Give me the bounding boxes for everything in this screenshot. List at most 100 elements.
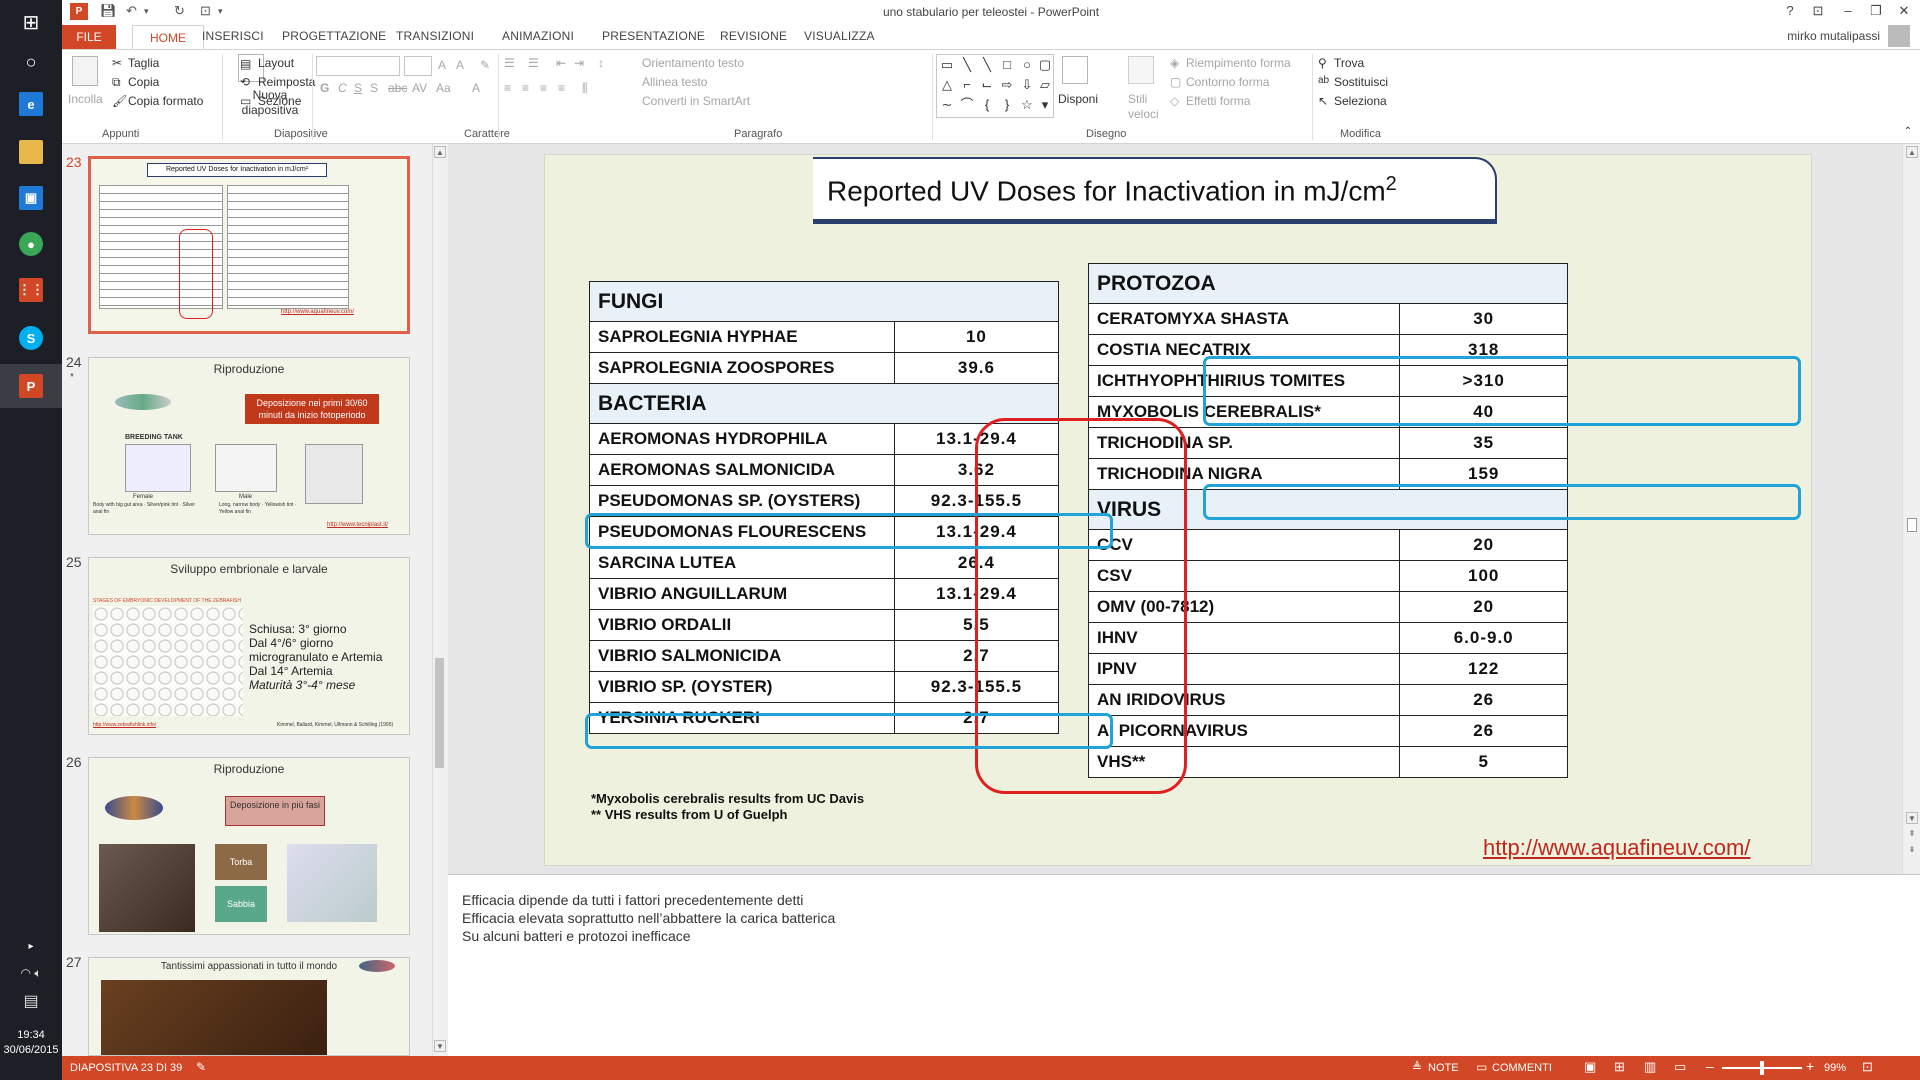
scroll-down-icon[interactable]: ▼ xyxy=(1906,812,1918,824)
shape-effects-icon[interactable]: ◇ xyxy=(1170,94,1179,108)
change-case-button[interactable]: Aa xyxy=(436,81,451,95)
cut-button[interactable]: Taglia xyxy=(128,56,159,70)
zoom-slider-thumb[interactable] xyxy=(1760,1061,1764,1075)
shadow-button[interactable]: S xyxy=(370,81,378,95)
select-button[interactable]: Seleziona xyxy=(1334,94,1387,108)
slide-thumbnail-panel[interactable]: 23 Reported UV Doses for Inactivation in… xyxy=(62,144,448,1056)
zoom-in-icon[interactable]: + xyxy=(1806,1058,1814,1074)
callout-shape-icon[interactable]: ▱ xyxy=(1037,77,1053,93)
align-right-icon[interactable]: ≡ xyxy=(540,81,547,95)
tab-inserisci[interactable]: INSERISCI xyxy=(202,29,264,43)
previous-slide-icon[interactable]: ⇞ xyxy=(1906,828,1918,840)
chrome-icon[interactable]: ● xyxy=(0,222,62,266)
format-painter-button[interactable]: Copia formato xyxy=(128,94,203,108)
format-painter-icon[interactable]: 🖌︎ xyxy=(112,94,127,108)
align-text-button[interactable]: Allinea testo xyxy=(642,75,707,89)
underline-button[interactable]: S xyxy=(354,81,362,95)
wifi-icon[interactable]: ◠ xyxy=(20,966,30,980)
arrange-icon[interactable] xyxy=(1062,56,1088,84)
arrange-button[interactable]: Disponi xyxy=(1058,92,1098,106)
triangle-shape-icon[interactable]: △ xyxy=(939,77,955,93)
copy-button[interactable]: Copia xyxy=(128,75,159,89)
convert-smartart-button[interactable]: Converti in SmartArt xyxy=(642,94,750,108)
taskbar-clock[interactable]: 19:34 30/06/2015 xyxy=(0,1028,62,1058)
rounded-rect-shape-icon[interactable]: ▢ xyxy=(1037,57,1053,73)
close-icon[interactable]: ✕ xyxy=(1894,3,1914,19)
rectangle-shape-icon[interactable]: □ xyxy=(999,57,1015,73)
minimize-icon[interactable]: – xyxy=(1838,3,1858,18)
slide-thumbnail-25[interactable]: Sviluppo embrionale e larvale STAGES OF … xyxy=(88,557,410,735)
tab-revisione[interactable]: REVISIONE xyxy=(720,29,787,43)
reading-view-icon[interactable]: ▥ xyxy=(1644,1059,1656,1075)
spellcheck-icon[interactable]: ✎ xyxy=(196,1060,206,1074)
cut-icon[interactable]: ✂ xyxy=(112,56,122,70)
skype-icon[interactable]: S xyxy=(0,316,62,360)
select-icon[interactable]: ↖ xyxy=(1318,94,1328,108)
brace-shape-icon[interactable]: { xyxy=(979,97,995,113)
clear-format-icon[interactable]: ✎ xyxy=(480,58,490,72)
char-spacing-icon[interactable]: AV xyxy=(412,81,427,95)
bullets-icon[interactable]: ☰ xyxy=(504,56,515,70)
next-slide-icon[interactable]: ⇟ xyxy=(1906,844,1918,856)
slideshow-view-icon[interactable]: ▭ xyxy=(1674,1059,1686,1075)
tab-presentazione[interactable]: PRESENTAZIONE xyxy=(602,29,705,43)
avatar[interactable] xyxy=(1888,25,1910,47)
indent-icon[interactable]: ⇥ xyxy=(574,56,584,70)
replace-icon[interactable]: ab xyxy=(1318,75,1329,86)
system-tray[interactable]: ◠ 🔈︎ ▤ xyxy=(0,966,62,1011)
numbering-icon[interactable]: ☰ xyxy=(528,56,539,70)
scroll-down-icon[interactable]: ▼ xyxy=(434,1040,446,1052)
store-icon[interactable]: ▣ xyxy=(0,176,62,220)
tab-animazioni[interactable]: ANIMAZIONI xyxy=(502,29,574,43)
slide-scrollbar[interactable]: ▲ ▼ ⇞ ⇟ xyxy=(1902,144,1920,874)
slide-thumbnail-26[interactable]: Riproduzione Deposizione in più fasi Tor… xyxy=(88,757,410,935)
help-icon[interactable]: ? xyxy=(1780,3,1800,18)
corner-shape-icon[interactable]: ⌙ xyxy=(979,77,995,93)
thumbnail-scrollbar[interactable]: ▲ ▼ xyxy=(432,144,446,1056)
shape-fill-button[interactable]: Riempimento forma xyxy=(1186,56,1291,70)
align-left-icon[interactable]: ≡ xyxy=(504,81,511,95)
shape-fill-icon[interactable]: ◈ xyxy=(1170,56,1179,70)
copy-icon[interactable]: ⧉ xyxy=(112,75,121,90)
windows-start-icon[interactable]: ⊞ xyxy=(0,0,62,44)
section-icon[interactable]: ▭ xyxy=(240,94,251,108)
ie-icon[interactable]: e xyxy=(0,82,62,126)
comments-icon[interactable]: ▭ xyxy=(1476,1060,1487,1074)
cortana-icon[interactable]: ○ xyxy=(0,40,62,84)
shape-outline-button[interactable]: Contorno forma xyxy=(1186,75,1269,89)
quick-styles-icon[interactable] xyxy=(1128,56,1154,84)
align-center-icon[interactable]: ≡ xyxy=(522,81,529,95)
curve-shape-icon[interactable]: ∼ xyxy=(939,97,955,113)
tab-transizioni[interactable]: TRANSIZIONI xyxy=(396,29,474,43)
scroll-up-icon[interactable]: ▲ xyxy=(1906,146,1918,158)
oval-shape-icon[interactable]: ○ xyxy=(1019,57,1035,73)
zoom-out-icon[interactable]: – xyxy=(1706,1058,1714,1074)
section-button[interactable]: Sezione xyxy=(258,94,301,108)
reset-button[interactable]: Reimposta xyxy=(258,75,315,89)
notes-button[interactable]: NOTE xyxy=(1428,1062,1459,1074)
apps-icon[interactable]: ⋮⋮ xyxy=(0,268,62,312)
shape-effects-button[interactable]: Effetti forma xyxy=(1186,94,1250,108)
font-grow-icon[interactable]: A xyxy=(438,58,446,72)
notes-icon[interactable]: ≜ xyxy=(1412,1060,1422,1074)
slide-thumbnail-24[interactable]: Riproduzione Deposizione nei primi 30/60… xyxy=(88,357,410,535)
layout-icon[interactable]: ▤ xyxy=(240,57,251,71)
shapes-gallery[interactable]: ▭ ╲ ╲ □ ○ ▢ △ ⌐ ⌙ ⇨ ⇩ ▱ ∼ ⌒ { } ☆ ▾ xyxy=(936,54,1054,118)
quick-styles-button[interactable]: Stili veloci xyxy=(1128,92,1162,122)
zoom-level[interactable]: 99% xyxy=(1824,1062,1846,1074)
ribbon-options-icon[interactable]: ⊡ xyxy=(1808,3,1828,19)
scrollbar-thumb[interactable] xyxy=(1907,518,1917,532)
fit-to-window-icon[interactable]: ⊡ xyxy=(1862,1059,1873,1075)
slide-title[interactable]: Reported UV Doses for Inactivation in mJ… xyxy=(827,173,1397,207)
restore-icon[interactable]: ❐ xyxy=(1866,3,1886,19)
textbox-shape-icon[interactable]: ▭ xyxy=(939,57,955,73)
replace-button[interactable]: Sostituisci xyxy=(1334,75,1388,89)
line-shape-icon[interactable]: ╲ xyxy=(959,57,975,73)
font-color-icon[interactable]: A xyxy=(472,81,480,95)
slide-thumbnail-23[interactable]: Reported UV Doses for Inactivation in mJ… xyxy=(88,156,410,334)
volume-icon[interactable]: 🔈︎ xyxy=(34,966,41,980)
line-spacing-icon[interactable]: ↕ xyxy=(598,56,604,70)
arrow-down-shape-icon[interactable]: ⇩ xyxy=(1019,77,1035,93)
taskbar-expand-icon[interactable]: ▸ xyxy=(0,936,62,956)
action-center-icon[interactable]: ▤ xyxy=(0,991,62,1011)
